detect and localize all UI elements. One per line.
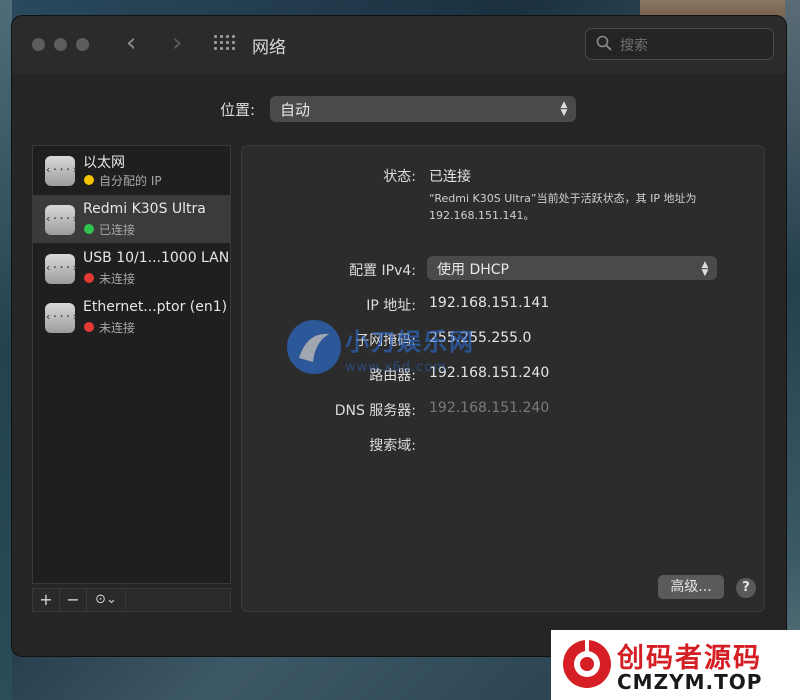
- service-item-usb-lan[interactable]: ‹···› USB 10/1...1000 LAN 未连接: [33, 244, 230, 292]
- forward-arrow-icon[interactable]: ›: [172, 30, 182, 56]
- service-name: Redmi K30S Ultra: [83, 201, 206, 217]
- service-status: 未连接: [99, 321, 136, 335]
- watermark-url: www.x6d.com: [345, 360, 447, 375]
- corner-watermark-en: CMZYM.TOP: [617, 670, 763, 694]
- ethernet-icon: ‹···›: [45, 205, 78, 235]
- sidebar-toolbar: + − ⊙⌄: [32, 588, 231, 612]
- service-item-ethernet-adaptor[interactable]: ‹···› Ethernet...ptor (en1) 未连接: [33, 293, 230, 341]
- status-label: 状态:: [383, 169, 416, 185]
- location-label: 位置:: [220, 101, 256, 119]
- service-detail-panel: 状态: 已连接 “Redmi K30S Ultra”当前处于活跃状态，其 IP …: [241, 145, 765, 612]
- cmzym-logo-icon: [563, 640, 611, 688]
- search-icon: [596, 35, 612, 51]
- network-service-list: ‹···› 以太网 自分配的 IP ‹···› Redmi K30S Ultra…: [32, 145, 231, 584]
- help-button[interactable]: ?: [736, 578, 756, 598]
- chevron-updown-icon: ▲ ▼: [701, 260, 709, 278]
- status-dot-red: [84, 322, 94, 332]
- ethernet-icon: ‹···›: [45, 156, 78, 186]
- service-item-ethernet[interactable]: ‹···› 以太网 自分配的 IP: [33, 146, 230, 194]
- configure-ipv4-select[interactable]: 使用 DHCP ▲ ▼: [427, 256, 717, 280]
- location-select[interactable]: 自动 ▲ ▼: [270, 96, 576, 122]
- search-field[interactable]: 搜索: [585, 28, 774, 60]
- status-value: 已连接: [429, 169, 471, 185]
- dns-server-value: 192.168.151.240: [429, 400, 550, 416]
- service-name: 以太网: [83, 155, 125, 171]
- service-name: USB 10/1...1000 LAN: [83, 250, 230, 266]
- corner-watermark: 创码者源码 CMZYM.TOP: [551, 630, 800, 700]
- status-dot-yellow: [84, 175, 94, 185]
- show-all-grid-icon[interactable]: [214, 35, 235, 51]
- advanced-button[interactable]: 高级...: [658, 575, 724, 599]
- location-value: 自动: [280, 101, 311, 119]
- desktop-wallpaper-right: [785, 0, 800, 700]
- add-service-button[interactable]: +: [33, 589, 60, 611]
- desktop-wallpaper-left: [0, 0, 12, 700]
- minimize-window-button[interactable]: [54, 38, 67, 51]
- close-window-button[interactable]: [32, 38, 45, 51]
- action-menu-button[interactable]: ⊙⌄: [87, 589, 126, 611]
- dns-server-label: DNS 服务器:: [334, 403, 416, 419]
- service-item-redmi[interactable]: ‹···› Redmi K30S Ultra 已连接: [33, 195, 230, 243]
- remove-service-button[interactable]: −: [60, 589, 87, 611]
- configure-ipv4-value: 使用 DHCP: [437, 262, 509, 278]
- service-name: Ethernet...ptor (en1): [83, 299, 228, 315]
- status-dot-green: [84, 224, 94, 234]
- ip-address-label: IP 地址:: [366, 298, 416, 314]
- status-description: “Redmi K30S Ultra”当前处于活跃状态，其 IP 地址为 192.…: [429, 192, 697, 222]
- service-status: 自分配的 IP: [99, 174, 162, 188]
- titlebar: ‹ › 网络 搜索: [12, 16, 786, 74]
- search-domains-label: 搜索域:: [369, 438, 416, 454]
- back-arrow-icon[interactable]: ‹: [126, 30, 136, 56]
- watermark-logo: [287, 320, 341, 374]
- window-title: 网络: [252, 38, 286, 58]
- ip-address-value: 192.168.151.141: [429, 295, 550, 311]
- ethernet-icon: ‹···›: [45, 303, 78, 333]
- chevron-updown-icon: ▲ ▼: [560, 100, 568, 118]
- watermark-text: 小刀娱乐网: [345, 328, 475, 356]
- status-dot-red: [84, 273, 94, 283]
- ethernet-icon: ‹···›: [45, 254, 78, 284]
- service-status: 已连接: [99, 223, 136, 237]
- service-status: 未连接: [99, 272, 136, 286]
- search-placeholder: 搜索: [620, 38, 648, 54]
- zoom-window-button[interactable]: [76, 38, 89, 51]
- router-value: 192.168.151.240: [429, 365, 550, 381]
- configure-ipv4-label: 配置 IPv4:: [349, 263, 416, 279]
